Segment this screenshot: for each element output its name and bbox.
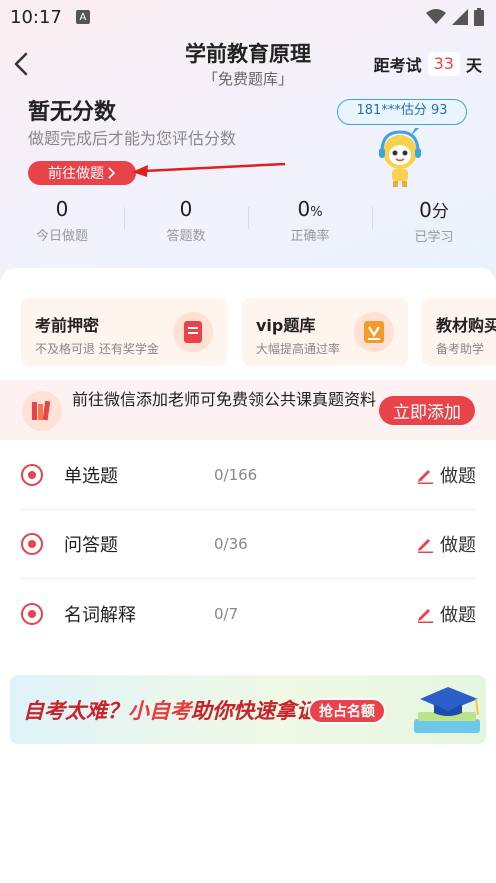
ad-banner[interactable]: 自考太难？小自考助你快速拿证 抢占名额 xyxy=(10,675,486,744)
goto-practice-button[interactable]: 前往做题 xyxy=(28,161,136,185)
question-progress: 0/7 xyxy=(214,604,239,623)
wifi-icon xyxy=(426,9,446,24)
stat-today: 0 今日做题 xyxy=(0,197,124,247)
stats-row: 0 今日做题 0 答题数 0% 正确率 0分 已学习 xyxy=(0,197,496,247)
question-type-name: 名词解释 xyxy=(64,604,136,626)
question-progress: 0/36 xyxy=(214,535,248,553)
countdown-suffix: 天 xyxy=(465,56,482,75)
question-type-name: 问答题 xyxy=(64,535,118,556)
battery-icon xyxy=(474,8,484,26)
ad-text: 自考太难？小自考助你快速拿证 xyxy=(23,695,317,725)
add-teacher-button[interactable]: 立即添加 xyxy=(379,396,475,425)
chevron-right-icon xyxy=(108,167,116,179)
stat-accuracy: 0% 正确率 xyxy=(248,197,372,247)
wechat-text: 前往微信添加老师可免费领公共课真题资料 xyxy=(72,390,377,409)
stat-value: 0 xyxy=(55,197,69,221)
stat-unit: % xyxy=(310,205,323,220)
stat-value: 0 xyxy=(297,197,311,221)
goto-practice-label: 前往做题 xyxy=(48,166,104,182)
promo-card-textbook[interactable]: 教材购买 备考助学 xyxy=(422,298,496,366)
promo-card-secret[interactable]: 考前押密 不及格可退 还有奖学金 xyxy=(21,298,227,366)
annotation-arrow xyxy=(132,162,286,177)
secret-doc-icon xyxy=(173,312,213,352)
countdown-prefix: 距考试 xyxy=(373,56,422,75)
question-row-terms[interactable]: 名词解释 0/7 做题 xyxy=(20,579,476,648)
stat-label: 答题数 xyxy=(166,229,206,244)
stat-answers: 0 答题数 xyxy=(124,197,248,247)
notification-icon: A xyxy=(75,10,90,24)
ad-claim-button[interactable]: 抢占名额 xyxy=(308,698,386,724)
do-questions-label: 做题 xyxy=(440,466,476,487)
countdown-days: 33 xyxy=(427,52,460,76)
promo-title: 教材购买 xyxy=(436,316,496,335)
status-bar: 10:17 A xyxy=(0,0,496,34)
question-row-single-choice[interactable]: 单选题 0/166 做题 xyxy=(20,441,476,510)
status-icons xyxy=(426,8,484,26)
ad-text-part1: 自考太难？ xyxy=(23,699,128,723)
stat-value: 0 xyxy=(419,198,432,222)
promo-card-vip[interactable]: vip题库 大幅提高通过率 xyxy=(242,298,408,366)
radio-dot-icon xyxy=(21,602,43,625)
stat-label: 正确率 xyxy=(290,229,330,244)
do-questions-button[interactable]: 做题 xyxy=(416,601,476,627)
signal-icon xyxy=(452,9,468,25)
promo-subtitle: 备考助学 xyxy=(436,342,485,356)
ad-text-highlight: 小自考 xyxy=(128,699,191,723)
mascot-icon xyxy=(379,128,421,187)
radio-dot-icon xyxy=(21,464,43,486)
question-progress: 0/166 xyxy=(214,466,258,484)
score-title: 暂无分数 xyxy=(28,100,117,125)
pencil-icon xyxy=(418,539,433,553)
stat-value: 0 xyxy=(179,197,193,221)
do-questions-label: 做题 xyxy=(440,604,476,626)
books-icon xyxy=(22,391,62,431)
score-description: 做题完成后才能为您评估分数 xyxy=(28,129,237,148)
radio-dot-icon xyxy=(21,533,43,555)
stat-label: 今日做题 xyxy=(35,229,88,244)
score-bubble: 181***估分 93 xyxy=(337,99,467,125)
ad-text-part2: 助你快速拿证 xyxy=(191,699,317,723)
exam-countdown: 距考试 33 天 xyxy=(374,52,482,76)
pencil-icon xyxy=(418,608,433,623)
promo-row: 考前押密 不及格可退 还有奖学金 vip题库 大幅提高通过率 教材购买 备考助学 xyxy=(21,298,496,368)
do-questions-button[interactable]: 做题 xyxy=(416,462,476,488)
do-questions-button[interactable]: 做题 xyxy=(416,531,476,557)
stat-learned: 0分 已学习 xyxy=(372,197,496,247)
graduation-cap-icon xyxy=(414,687,480,733)
do-questions-label: 做题 xyxy=(440,535,476,556)
stat-label: 已学习 xyxy=(414,230,454,245)
vip-book-icon xyxy=(354,312,394,352)
question-row-qa[interactable]: 问答题 0/36 做题 xyxy=(20,510,476,579)
stat-unit: 分 xyxy=(431,202,449,222)
status-time: 10:17 xyxy=(10,6,62,28)
question-type-name: 单选题 xyxy=(64,466,118,487)
pencil-icon xyxy=(418,470,433,484)
